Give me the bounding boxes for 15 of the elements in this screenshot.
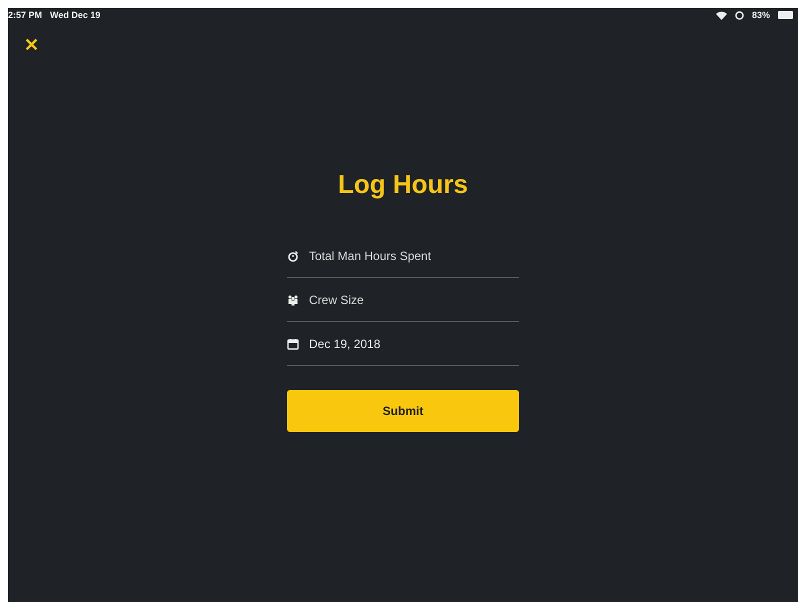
- input-field[interactable]: Crew Size: [309, 290, 519, 310]
- lock-rotation-icon: [734, 10, 744, 20]
- date-field[interactable]: Dec 19, 2018: [309, 334, 519, 354]
- calendar-icon: [287, 338, 299, 350]
- battery-percentage: 83%: [752, 10, 770, 20]
- input-field[interactable]: Total Man Hours Spent: [309, 246, 519, 266]
- wifi-icon: [716, 10, 727, 20]
- page-title: Log Hours: [338, 169, 468, 200]
- status-date: Wed Dec 19: [50, 10, 100, 20]
- stopwatch-icon: [287, 250, 299, 262]
- submit-button[interactable]: Submit: [287, 390, 519, 432]
- battery-icon: [778, 11, 794, 19]
- close-button[interactable]: ✕: [24, 35, 39, 55]
- status-time: 2:57 PM: [8, 10, 42, 20]
- group-icon: [287, 294, 299, 306]
